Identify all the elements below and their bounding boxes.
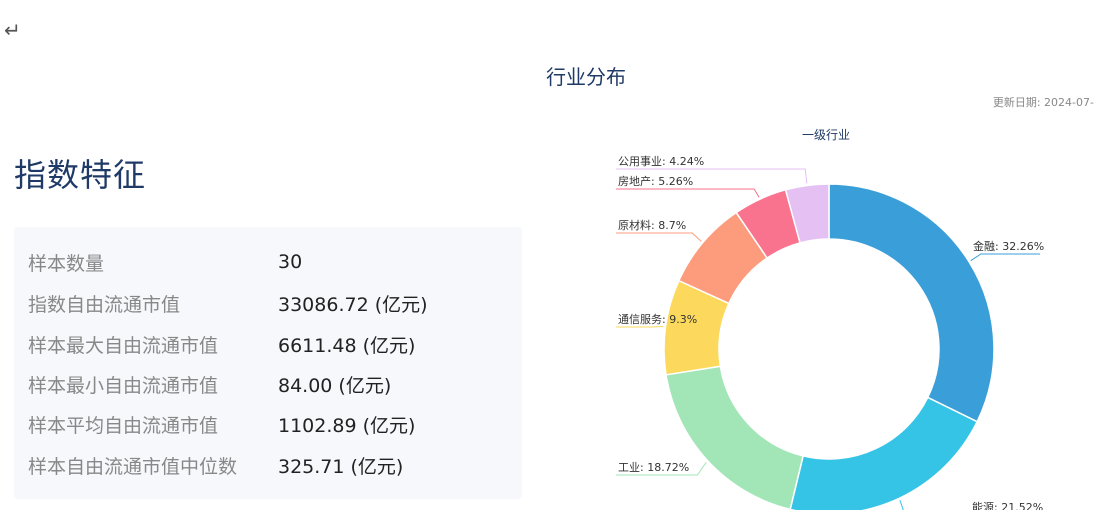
stat-label: 样本平均自由流通市值 bbox=[28, 414, 219, 437]
stats-panel: 样本数量 30 指数自由流通市值 33086.72 (亿元) 样本最大自由流通市… bbox=[14, 227, 522, 499]
stat-value: 33086.72 (亿元) bbox=[278, 293, 428, 316]
stat-row-avg-float-cap: 样本平均自由流通市值 1102.89 (亿元) bbox=[28, 409, 508, 439]
section-title: 行业分布 bbox=[546, 65, 626, 89]
stat-value: 6611.48 (亿元) bbox=[278, 334, 416, 357]
slice-1[interactable] bbox=[828, 183, 995, 423]
stat-value: 30 bbox=[278, 251, 303, 273]
slice-label-5: 原材料: 8.7% bbox=[618, 218, 686, 232]
slice-label-6: 房地产: 5.26% bbox=[618, 174, 693, 188]
leader-line-1 bbox=[970, 253, 1040, 262]
stat-row-median-float-cap: 样本自由流通市值中位数 325.71 (亿元) bbox=[28, 450, 508, 480]
update-date: 更新日期: 2024-07- bbox=[992, 96, 1094, 109]
slice-label-4: 通信服务: 9.3% bbox=[618, 313, 697, 326]
stat-row-index-float-cap: 指数自由流通市值 33086.72 (亿元) bbox=[28, 288, 508, 318]
chart-title: 一级行业 bbox=[802, 128, 850, 142]
stat-label: 样本最大自由流通市值 bbox=[28, 334, 219, 357]
slice-label-2: 能源: 21.52% bbox=[972, 500, 1043, 510]
industry-donut-chart: 一级行业 金融: 32.26% 能源: 21.52% 工业: 18.72% 通信服务:… bbox=[580, 115, 1094, 510]
slice-label-3: 工业: 18.72% bbox=[618, 461, 689, 474]
stat-row-min-float-cap: 样本最小自由流通市值 84.00 (亿元) bbox=[28, 369, 508, 399]
slice-3[interactable] bbox=[665, 365, 805, 510]
leader-line-5 bbox=[616, 232, 702, 242]
stat-row-max-float-cap: 样本最大自由流通市值 6611.48 (亿元) bbox=[28, 329, 508, 359]
stat-label: 样本数量 bbox=[28, 252, 105, 275]
stat-label: 样本最小自由流通市值 bbox=[28, 374, 219, 397]
stat-label: 样本自由流通市值中位数 bbox=[28, 455, 238, 478]
chart-svg: 一级行业 金融: 32.26% 能源: 21.52% 工业: 18.72% 通信服务:… bbox=[616, 128, 1044, 510]
slice-label-1: 金融: 32.26% bbox=[973, 239, 1044, 253]
index-title: 指数特征 bbox=[14, 156, 147, 194]
stat-label: 指数自由流通市值 bbox=[28, 293, 181, 316]
slice-2[interactable] bbox=[789, 396, 979, 510]
stat-row-sample-count: 样本数量 30 bbox=[28, 247, 508, 277]
slice-label-7: 公用事业: 4.24% bbox=[618, 155, 704, 168]
stat-value: 84.00 (亿元) bbox=[278, 374, 392, 397]
stat-value: 1102.89 (亿元) bbox=[278, 414, 416, 437]
leader-line-6 bbox=[616, 188, 760, 198]
return-symbol: ↵ bbox=[4, 18, 21, 42]
stat-value: 325.71 (亿元) bbox=[278, 455, 404, 478]
